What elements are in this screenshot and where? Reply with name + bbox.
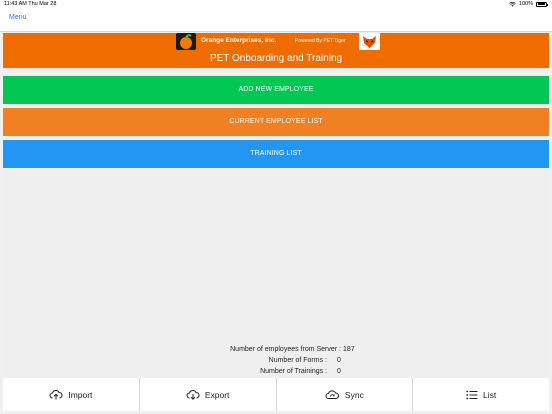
- wifi-icon: [509, 1, 516, 7]
- header-banner: Orange Enterprises, Inc. Powered By PET …: [3, 33, 549, 68]
- import-label: Import: [68, 389, 93, 400]
- trainings-value: 0: [337, 368, 341, 375]
- powered-by-text: Powered By PET Tiger: [295, 38, 346, 44]
- add-new-employee-button[interactable]: ADD NEW EMPLOYEE: [3, 76, 549, 104]
- cloud-download-icon: [186, 390, 200, 400]
- employees-value: 187: [343, 346, 355, 353]
- battery-percent: 100%: [518, 1, 533, 7]
- forms-value: 0: [337, 357, 341, 364]
- export-button[interactable]: Export: [140, 378, 277, 411]
- cloud-upload-icon: [49, 390, 63, 400]
- company-name: Orange Enterprises, Inc.: [201, 37, 277, 44]
- tiger-logo: [359, 33, 380, 50]
- trainings-stat: Number of Trainings : 0: [0, 368, 552, 378]
- current-employee-list-button[interactable]: CURRENT EMPLOYEE LIST: [3, 108, 549, 136]
- trainings-label: Number of Trainings :: [260, 368, 327, 375]
- forms-label: Number of Forms :: [268, 357, 327, 364]
- status-time: 11:43 AM Thu Mar 28: [4, 1, 57, 7]
- sync-button[interactable]: Sync: [277, 378, 414, 411]
- list-icon: [466, 390, 478, 399]
- list-button[interactable]: List: [413, 378, 549, 411]
- bottom-toolbar: Import Export Sync List: [3, 378, 549, 411]
- content-area: [3, 168, 549, 376]
- employees-label: Number of employees from Server :: [230, 346, 341, 353]
- battery-icon: [536, 1, 548, 7]
- forms-stat: Number of Forms : 0: [0, 357, 552, 367]
- company-logo: [176, 33, 196, 50]
- status-right: 100%: [509, 1, 548, 7]
- employees-stat: Number of employees from Server : 187: [0, 346, 552, 356]
- sync-label: Sync: [344, 389, 364, 400]
- cloud-sync-icon: [325, 390, 339, 399]
- page-title: PET Onboarding and Training: [209, 53, 343, 64]
- export-label: Export: [204, 389, 230, 400]
- menu-button[interactable]: Menu: [9, 14, 27, 21]
- training-list-button[interactable]: TRAINING LIST: [3, 140, 549, 168]
- navigation-bar: Menu: [0, 9, 552, 32]
- status-bar: 11:43 AM Thu Mar 28 100%: [0, 0, 552, 9]
- import-button[interactable]: Import: [3, 378, 140, 411]
- list-label: List: [483, 389, 497, 400]
